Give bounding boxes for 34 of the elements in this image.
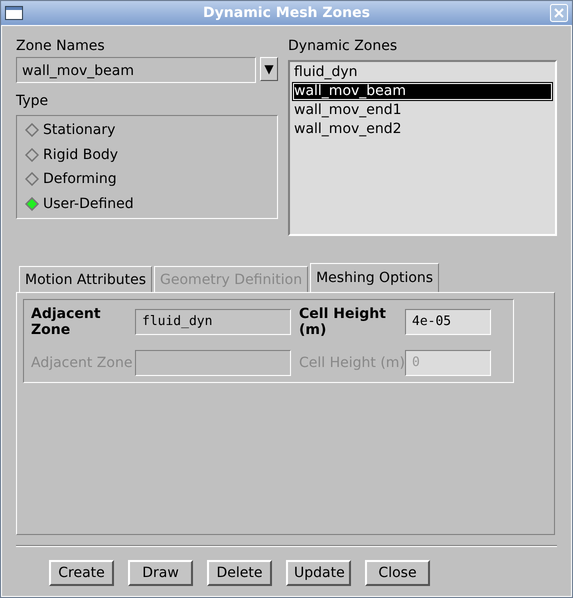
dynamic-zones-label: Dynamic Zones: [288, 38, 398, 56]
dialog-button[interactable]: Draw: [128, 560, 193, 586]
dialog-button[interactable]: Delete: [207, 560, 272, 586]
cell-height-field[interactable]: 4e-05: [405, 309, 491, 335]
list-item[interactable]: wall_mov_beam: [292, 82, 553, 101]
tab[interactable]: Motion Attributes: [19, 266, 152, 292]
dialog-button[interactable]: Close: [365, 560, 430, 586]
tab[interactable]: Meshing Options: [310, 263, 440, 292]
radio-button[interactable]: [25, 196, 39, 211]
adjacent-zone-field[interactable]: fluid_dyn: [135, 309, 291, 335]
zone-names-label: Zone Names: [16, 38, 106, 56]
adjacent-zone-label: Adjacent Zone: [31, 355, 134, 371]
list-item[interactable]: wall_mov_end2: [292, 120, 553, 139]
radio-button[interactable]: [25, 148, 39, 162]
window-title: Dynamic Mesh Zones: [202, 5, 371, 21]
dropdown-button[interactable]: ▼: [260, 57, 278, 81]
radio-label[interactable]: Deforming: [43, 171, 117, 188]
dialog-button[interactable]: Update: [286, 560, 351, 586]
list-item[interactable]: wall_mov_end1: [292, 101, 553, 120]
adjacent-zone-field[interactable]: [135, 350, 291, 376]
close-icon[interactable]: [550, 4, 568, 22]
radio-label[interactable]: User-Defined: [43, 196, 134, 212]
type-label: Type: [16, 93, 50, 111]
radio-label[interactable]: Rigid Body: [43, 146, 118, 163]
list-item[interactable]: fluid_dyn: [292, 63, 553, 82]
radio-button[interactable]: [25, 123, 39, 137]
adjacent-zone-label: Adjacent Zone: [31, 306, 102, 338]
cell-height-label: Cell Height (m): [299, 306, 387, 338]
zone-names-field[interactable]: wall_mov_beam: [16, 57, 256, 83]
radio-button[interactable]: [25, 172, 39, 186]
dialog-button[interactable]: Create: [49, 560, 114, 586]
cell-height-label: Cell Height (m): [299, 355, 405, 371]
window-icon: [5, 6, 23, 20]
radio-label[interactable]: Stationary: [43, 122, 116, 138]
